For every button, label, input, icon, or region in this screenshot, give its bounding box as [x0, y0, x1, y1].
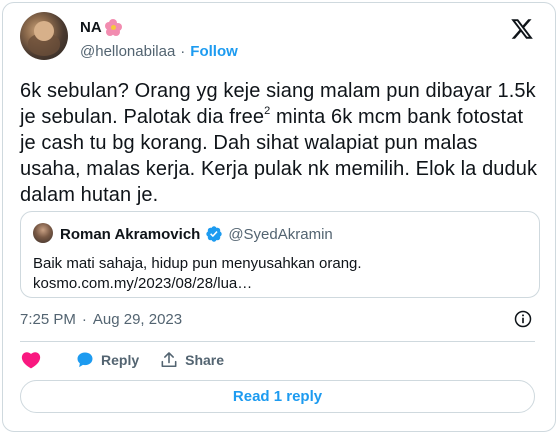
quoted-tweet-text: Baik mati sahaja, hidup pun menyusahkan … — [33, 254, 528, 294]
author-name-row: NA — [80, 17, 122, 37]
heart-icon — [21, 352, 41, 369]
share-icon — [161, 352, 177, 368]
share-button[interactable]: Share — [159, 350, 224, 370]
reply-bubble-icon — [77, 352, 93, 368]
tweet-actions: Reply Share — [20, 348, 224, 372]
separator-dot: · — [180, 43, 186, 60]
hibiscus-flower-icon — [104, 18, 122, 36]
read-replies-button[interactable]: Read 1 reply — [20, 380, 535, 413]
tweet-text: 6k sebulan? Orang yg keje siang malam pu… — [20, 80, 538, 206]
author-avatar[interactable] — [20, 12, 68, 60]
quoted-link[interactable]: kosmo.com.my/2023/08/28/lua… — [33, 274, 528, 294]
share-label: Share — [185, 352, 225, 368]
quoted-text-line: Baik mati sahaja, hidup pun menyusahkan … — [33, 255, 362, 272]
quoted-author-handle: @SyedAkramin — [228, 225, 333, 243]
quoted-author-name: Roman Akramovich — [60, 225, 201, 243]
author-handle-row: @hellonabilaa · Follow — [80, 43, 238, 60]
reply-button[interactable]: Reply — [75, 350, 139, 370]
verified-badge-icon — [206, 226, 223, 242]
reply-label: Reply — [101, 352, 140, 368]
tweet-timestamp[interactable]: 7:25 PM · Aug 29, 2023 — [20, 311, 182, 328]
tweet-date: Aug 29, 2023 — [92, 311, 183, 328]
quoted-author-avatar — [33, 223, 53, 243]
author-handle[interactable]: @hellonabilaa — [80, 43, 175, 60]
x-logo-icon[interactable] — [510, 17, 534, 41]
follow-button[interactable]: Follow — [190, 43, 238, 60]
tweet-time: 7:25 PM — [20, 311, 76, 328]
quoted-tweet[interactable]: Roman Akramovich @SyedAkramin Baik mati … — [20, 211, 540, 298]
like-button[interactable] — [20, 349, 42, 371]
info-icon[interactable] — [513, 309, 533, 329]
divider — [20, 341, 535, 342]
separator-dot: · — [81, 311, 87, 328]
quoted-author-row: Roman Akramovich @SyedAkramin — [60, 224, 333, 244]
author-display-name[interactable]: NA — [80, 19, 102, 36]
